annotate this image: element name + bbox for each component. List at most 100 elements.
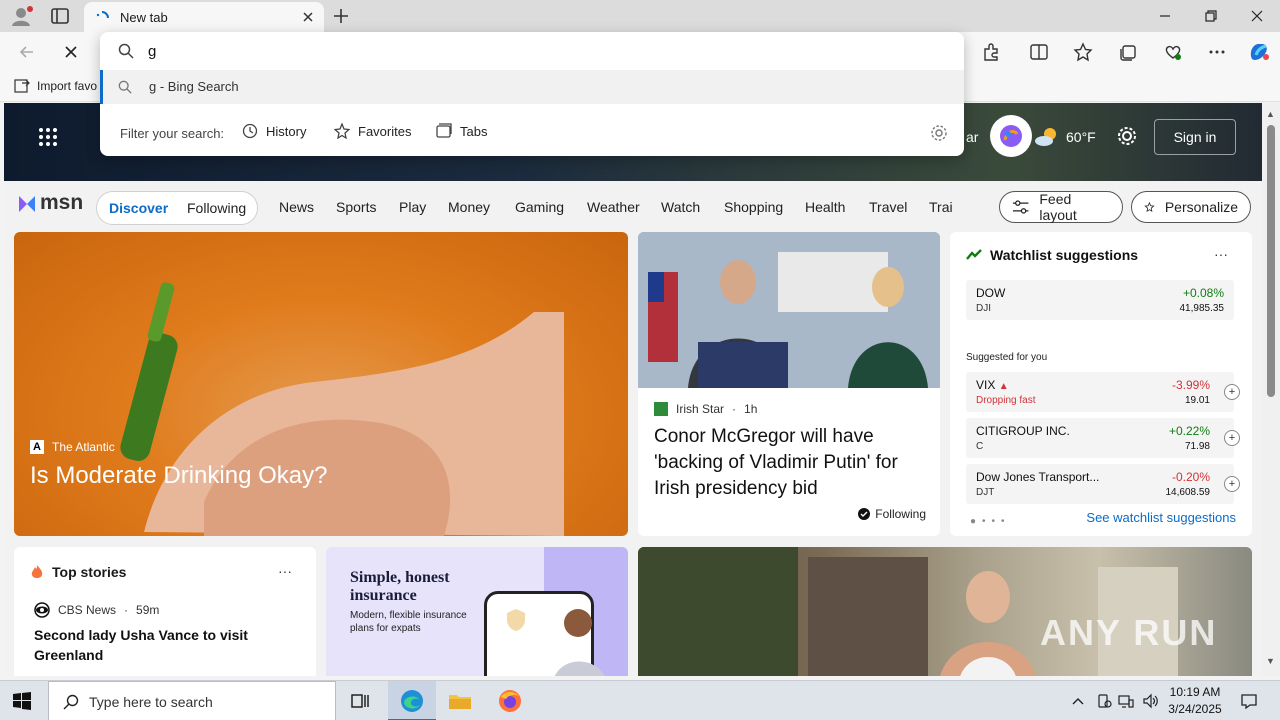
feed-layout-button[interactable]: Feed layout [999,191,1123,223]
scrollbar-thumb[interactable] [1267,125,1275,397]
more-menu-icon[interactable] [1206,41,1228,63]
edge-browser-icon[interactable] [398,687,426,715]
person-illustration [555,609,605,676]
ad-card-insurance[interactable]: Simple, honest insurance Modern, flexibl… [326,547,628,676]
add-to-watchlist-icon[interactable]: + [1224,476,1240,492]
stock-row-djt[interactable]: Dow Jones Transport... DJT -0.20% 14,608… [966,464,1240,504]
file-explorer-icon[interactable] [446,687,474,715]
filter-tabs-button[interactable]: Tabs [436,123,487,139]
apps-grid-icon[interactable] [38,127,58,147]
stock-row-citigroup[interactable]: CITIGROUP INC. C +0.22% 71.98 + [966,418,1240,458]
star-icon [334,123,350,139]
notifications-icon[interactable] [1240,692,1258,710]
msn-logo-text: msn [40,191,84,214]
sign-in-button[interactable]: Sign in [1154,119,1236,155]
settings-gear-icon[interactable] [1116,125,1138,147]
personalize-button[interactable]: Personalize [1131,191,1251,223]
suggestion-bing-search[interactable]: g - Bing Search [100,70,964,104]
nav-gaming[interactable]: Gaming [515,199,564,215]
msn-logo[interactable]: msn [16,191,83,215]
news-source-name: Irish Star [676,402,725,416]
following-indicator[interactable]: Following [858,507,926,521]
nav-sports[interactable]: Sports [336,199,376,215]
feed-toggle: Discover Following [96,191,258,225]
search-filter-row: Filter your search: History Favorites Ta… [100,112,964,152]
close-window-icon[interactable] [1246,5,1268,27]
nav-weather[interactable]: Weather [587,199,640,215]
watchlist-title: Watchlist suggestions [990,247,1139,263]
device-icon[interactable] [1096,693,1112,709]
import-favorites-button[interactable]: Import favo [14,78,97,94]
firefox-icon[interactable] [496,687,524,715]
favorites-icon[interactable] [1072,41,1094,63]
add-to-watchlist-icon[interactable]: + [1224,384,1240,400]
minimize-icon[interactable] [1154,5,1176,27]
nav-travel[interactable]: Travel [869,199,907,215]
watchlist-header: Watchlist suggestions [966,247,1138,263]
task-view-icon[interactable] [346,687,374,715]
add-to-watchlist-icon[interactable]: + [1224,430,1240,446]
watchlist-card: Watchlist suggestions ··· DOW DJI +0.08%… [950,232,1252,536]
page-scrollbar[interactable]: ▲ ▼ [1262,103,1280,676]
nav-traffic[interactable]: Trai [929,199,953,215]
following-label: Following [875,507,926,521]
news-photo [638,232,940,388]
stock-change: -0.20% [1171,470,1210,484]
news-card-mcgregor[interactable]: Irish Star · 1h Conor McGregor will have… [638,232,940,536]
news-headline[interactable]: Conor McGregor will have 'backing of Vla… [654,424,924,502]
extensions-icon[interactable] [980,41,1002,63]
search-settings-gear-icon[interactable] [930,124,948,142]
stock-symbol: C [976,441,984,452]
feature-card-drinking[interactable]: A The Atlantic Is Moderate Drinking Okay… [14,232,628,536]
tab-new-tab[interactable]: New tab [84,2,324,32]
see-watchlist-link[interactable]: See watchlist suggestions [1086,510,1236,525]
the-atlantic-logo-icon: A [30,440,44,454]
watchlist-more-icon[interactable]: ··· [1214,246,1228,262]
filter-favorites-button[interactable]: Favorites [334,123,411,139]
stock-name: Dow Jones Transport... [976,470,1100,484]
weather-widget[interactable]: 60°F [1034,127,1096,147]
stock-trend-icon [966,249,982,260]
system-clock[interactable]: 10:19 AM 3/24/2025 [1160,684,1230,718]
profile-icon[interactable] [10,5,34,27]
scroll-up-icon[interactable]: ▲ [1266,109,1275,119]
windows-start-icon[interactable] [12,691,32,711]
tab-actions-icon[interactable] [50,7,70,25]
back-icon[interactable] [16,41,38,63]
taskbar-search-box[interactable]: Type here to search [48,681,336,720]
shield-icon [507,609,525,631]
tray-chevron-up-icon[interactable] [1070,693,1086,709]
stock-symbol: DJI [976,303,991,314]
stop-loading-icon[interactable] [60,41,82,63]
tab-following[interactable]: Following [187,200,246,216]
copilot-badge-icon[interactable] [990,115,1032,157]
copilot-icon[interactable] [1246,39,1272,65]
network-icon[interactable] [1118,693,1134,709]
hero-partial-text: ar [966,129,979,145]
nav-watch[interactable]: Watch [661,199,700,215]
sliders-icon [1012,200,1029,214]
top-stories-more-icon[interactable]: ··· [278,563,292,579]
collections-icon[interactable] [1118,41,1140,63]
nav-shopping[interactable]: Shopping [724,199,783,215]
scroll-down-icon[interactable]: ▼ [1266,656,1275,666]
browser-essentials-icon[interactable] [1162,41,1184,63]
search-icon [118,43,134,59]
tab-discover[interactable]: Discover [109,200,168,216]
filter-history-button[interactable]: History [242,123,306,139]
top-story-headline[interactable]: Second lady Usha Vance to visit Greenlan… [34,625,294,665]
nav-money[interactable]: Money [448,199,490,215]
feature-title[interactable]: Is Moderate Drinking Okay? [30,462,327,490]
new-tab-icon[interactable] [330,5,352,27]
restore-icon[interactable] [1200,5,1222,27]
close-tab-icon[interactable] [300,9,316,25]
carousel-dots[interactable]: ●••• [970,516,1011,527]
nav-play[interactable]: Play [399,199,426,215]
volume-icon[interactable] [1142,693,1158,709]
nav-news[interactable]: News [279,199,314,215]
split-screen-icon[interactable] [1028,41,1050,63]
address-bar-input[interactable] [148,39,928,63]
stock-row-dow[interactable]: DOW DJI +0.08% 41,985.35 [966,280,1234,320]
stock-row-vix[interactable]: VIX ▲ Dropping fast -3.99% 19.01 + [966,372,1240,412]
nav-health[interactable]: Health [805,199,845,215]
